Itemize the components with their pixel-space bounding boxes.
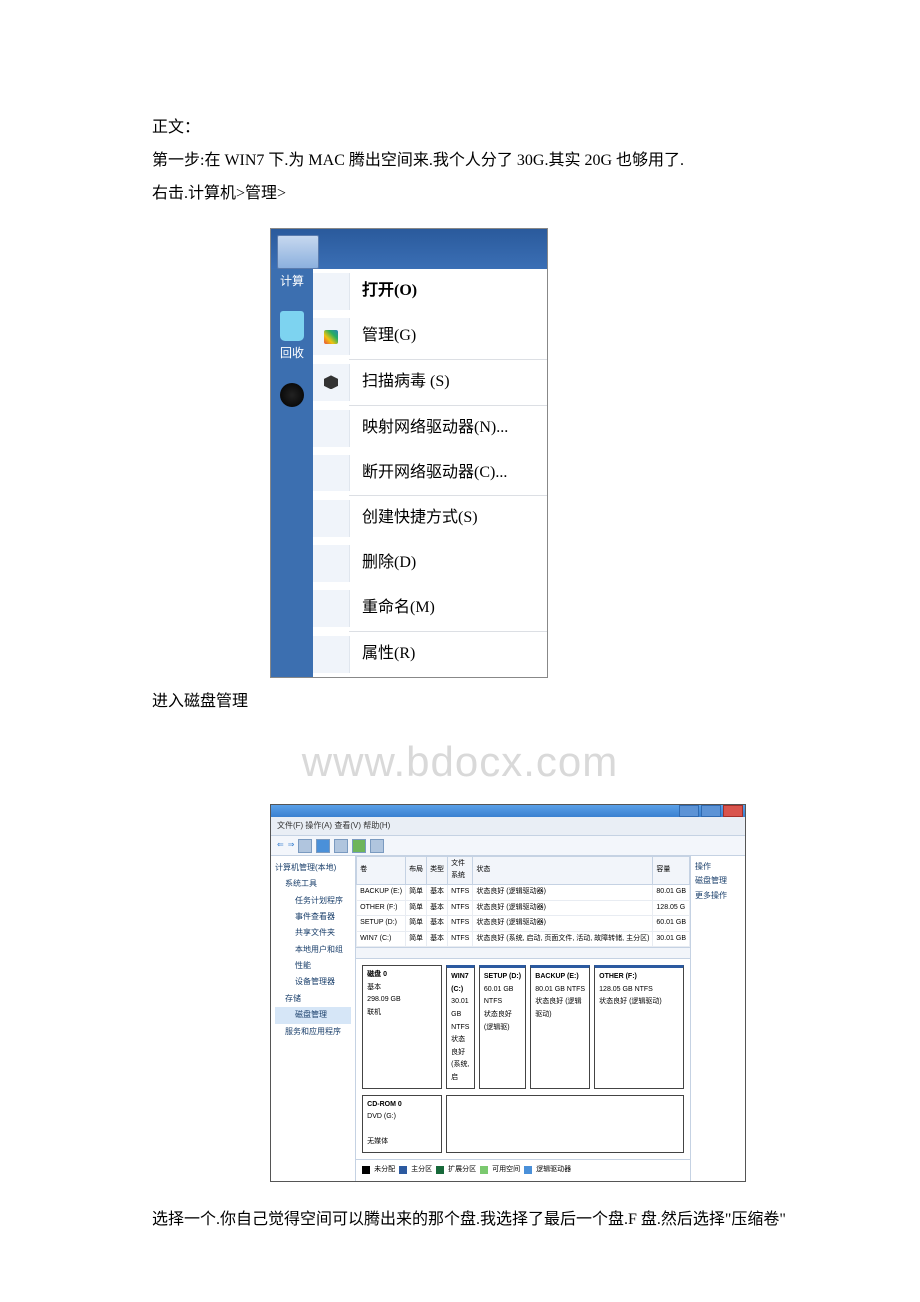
back-icon[interactable]: ⇐ [277,838,284,852]
tree-eventviewer[interactable]: 事件查看器 [275,909,351,925]
menu-rename[interactable]: 重命名(M) [313,586,547,631]
screenshot-disk-management: 文件(F) 操作(A) 查看(V) 帮助(H) ⇐ ⇒ 计算机管理(本地) 系统… [270,804,746,1182]
maximize-button[interactable] [701,805,721,817]
desktop-strip [271,229,547,269]
col-fs[interactable]: 文件系统 [448,856,473,884]
volumes-table: 卷 布局 类型 文件系统 状态 容量 BACKUP (E:)简单基本NTFS状态… [356,856,690,948]
main-pane: 卷 布局 类型 文件系统 状态 容量 BACKUP (E:)简单基本NTFS状态… [356,856,690,1181]
recycle-bin-icon [280,311,304,341]
tree-systools[interactable]: 系统工具 [275,876,351,892]
document-body: 正文： 第一步:在 WIN7 下.为 MAC 腾出空间来.我个人分了 30G.其… [0,0,920,1290]
table-row[interactable]: WIN7 (C:)简单基本NTFS状态良好 (系统, 启动, 页面文件, 活动,… [357,931,690,947]
paragraph-rightclick: 右击.计算机>管理> [120,180,800,209]
partition-c[interactable]: WIN7 (C:) 30.01 GB NTFS 状态良好 (系统, 启 [446,965,475,1088]
toolbar-icon[interactable] [298,839,312,853]
tree-pane: 计算机管理(本地) 系统工具 任务计划程序 事件查看器 共享文件夹 本地用户和组… [271,856,356,1181]
watermark-text: www.bdocx.com [120,724,800,800]
screenshot-context-menu: 计算 回收 打开(O) 管理(G) 扫描病毒 (S) [270,228,548,677]
partition-e[interactable]: BACKUP (E:) 80.01 GB NTFS 状态良好 (逻辑驱动) [530,965,590,1088]
heading-text: 正文： [120,114,800,143]
forward-icon[interactable]: ⇒ [288,838,295,852]
tree-root[interactable]: 计算机管理(本地) [275,860,351,876]
table-row[interactable]: OTHER (F:)简单基本NTFS状态良好 (逻辑驱动器)128.05 G [357,900,690,916]
tree-localusers[interactable]: 本地用户和组 [275,942,351,958]
disk-graphical-view: 磁盘 0 基本 298.09 GB 联机 WIN7 (C:) 30.01 GB … [356,958,690,1159]
col-vol[interactable]: 卷 [357,856,406,884]
recycle-label: 回收 [280,343,304,365]
menu-shortcut[interactable]: 创建快捷方式(S) [313,496,547,541]
table-row[interactable]: SETUP (D:)简单基本NTFS状态良好 (逻辑驱动器)60.01 GB [357,916,690,932]
tree-services[interactable]: 服务和应用程序 [275,1024,351,1040]
menu-open[interactable]: 打开(O) [313,269,547,314]
context-menu-list: 打开(O) 管理(G) 扫描病毒 (S) 映射网络驱动器(N)... [313,269,547,676]
col-layout[interactable]: 布局 [406,856,427,884]
partition-d[interactable]: SETUP (D:) 60.01 GB NTFS 状态良好 (逻辑驱) [479,965,526,1088]
tree-storage[interactable]: 存储 [275,991,351,1007]
actions-pane: 操作 磁盘管理 更多操作 [690,856,745,1181]
tree-scheduler[interactable]: 任务计划程序 [275,893,351,909]
computer-icon [277,235,319,269]
menu-disconnect-drive[interactable]: 断开网络驱动器(C)... [313,451,547,496]
desktop-icons-column: 计算 回收 [271,269,313,676]
partition-f[interactable]: OTHER (F:) 128.05 GB NTFS 状态良好 (逻辑驱动) [594,965,684,1088]
antivirus-icon [324,375,338,389]
tree-perf[interactable]: 性能 [275,958,351,974]
col-status[interactable]: 状态 [473,856,653,884]
menu-manage[interactable]: 管理(G) [313,314,547,359]
paragraph-step1: 第一步:在 WIN7 下.为 MAC 腾出空间来.我个人分了 30G.其实 20… [120,147,800,176]
shield-icon [324,330,338,344]
menu-map-drive[interactable]: 映射网络驱动器(N)... [313,406,547,451]
toolbar: ⇐ ⇒ [271,836,745,855]
minimize-button[interactable] [679,805,699,817]
computer-label: 计算 [280,271,304,293]
toolbar-icon[interactable] [352,839,366,853]
actions-header: 操作 [695,860,741,874]
actions-diskmgmt[interactable]: 磁盘管理 [695,874,741,888]
toolbar-icon[interactable] [316,839,330,853]
close-button[interactable] [723,805,743,817]
tree-devmgr[interactable]: 设备管理器 [275,974,351,990]
disk0-label[interactable]: 磁盘 0 基本 298.09 GB 联机 [362,965,442,1088]
paragraph-diskmgmt: 进入磁盘管理 [120,688,800,717]
toolbar-icon[interactable] [334,839,348,853]
cdrom-label[interactable]: CD-ROM 0 DVD (G:) 无媒体 [362,1095,442,1153]
col-type[interactable]: 类型 [427,856,448,884]
toolbar-icon[interactable] [370,839,384,853]
table-row[interactable]: BACKUP (E:)简单基本NTFS状态良好 (逻辑驱动器)80.01 GB [357,884,690,900]
tree-diskmgmt[interactable]: 磁盘管理 [275,1007,351,1023]
scrollbar[interactable] [356,947,690,958]
actions-more[interactable]: 更多操作 [695,889,741,903]
tree-shared[interactable]: 共享文件夹 [275,925,351,941]
menu-scan[interactable]: 扫描病毒 (S) [313,360,547,405]
paragraph-select-disk: 选择一个.你自己觉得空间可以腾出来的那个盘.我选择了最后一个盘.F 盘.然后选择… [120,1206,800,1235]
qq-icon [280,383,304,407]
menubar[interactable]: 文件(F) 操作(A) 查看(V) 帮助(H) [271,817,745,836]
menu-delete[interactable]: 删除(D) [313,541,547,586]
menu-properties[interactable]: 属性(R) [313,632,547,677]
titlebar [271,805,745,817]
col-cap[interactable]: 容量 [653,856,690,884]
legend: 未分配 主分区 扩展分区 可用空间 逻辑驱动器 [356,1159,690,1181]
